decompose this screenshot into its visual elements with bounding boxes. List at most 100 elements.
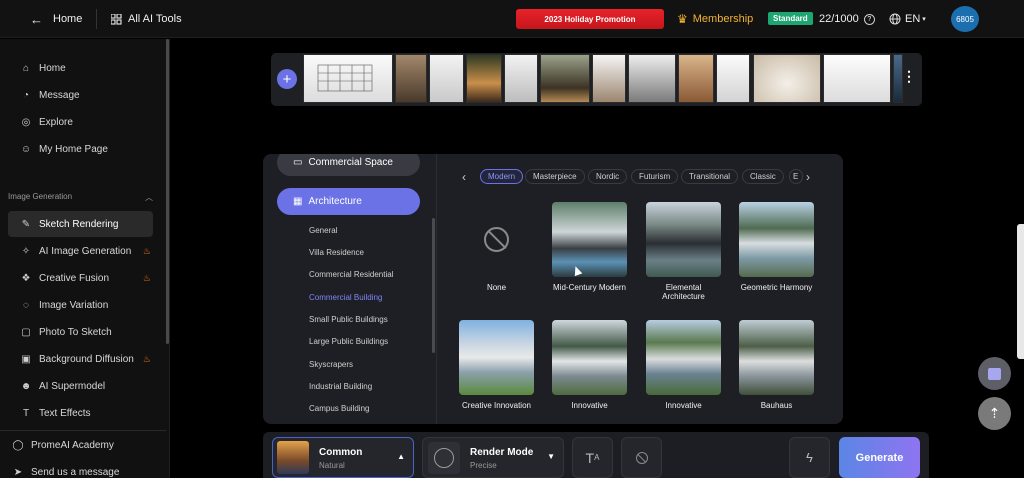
add-image-button[interactable]: +	[277, 69, 297, 89]
sidebar-item-home[interactable]: ⌂ Home	[8, 55, 153, 81]
thumbnail[interactable]	[823, 54, 891, 103]
chip-truncated[interactable]: E	[789, 169, 803, 184]
chip-masterpiece[interactable]: Masterpiece	[525, 169, 585, 184]
crown-icon: ♛	[677, 12, 688, 26]
thumbnail[interactable]	[716, 54, 750, 103]
caret-up-icon: ▲	[397, 452, 405, 461]
thumbnail[interactable]	[466, 54, 502, 103]
thumbnail[interactable]	[540, 54, 590, 103]
render-mode-selector[interactable]: Render Mode Precise ▼	[422, 437, 564, 478]
sidebar-item-ai-supermodel[interactable]: ☻ AI Supermodel	[8, 373, 153, 399]
style-image	[646, 320, 721, 395]
negative-prompt-icon[interactable]	[621, 437, 662, 478]
grid-icon	[111, 13, 122, 25]
style-label: Elemental Architecture	[662, 283, 705, 301]
subcategory-villa-residence[interactable]: Villa Residence	[309, 248, 364, 257]
sidebar-item-my-home-page[interactable]: ☺ My Home Page	[8, 136, 153, 162]
thumbnail[interactable]	[303, 54, 393, 103]
style-image	[552, 320, 627, 395]
subcategory-campus-building[interactable]: Campus Building	[309, 404, 369, 413]
generate-button[interactable]: Generate	[839, 437, 920, 478]
subcategory-small-public-buildings[interactable]: Small Public Buildings	[309, 315, 388, 324]
fire-icon: ♨	[142, 245, 151, 256]
globe-icon	[889, 13, 901, 25]
style-label: None	[486, 283, 507, 292]
all-tools-link[interactable]: All AI Tools	[111, 0, 182, 38]
thumbnail[interactable]	[429, 54, 464, 103]
sidebar-item-explore[interactable]: ◎ Explore	[8, 109, 153, 135]
style-image	[459, 320, 534, 395]
thumbnail[interactable]	[678, 54, 714, 103]
section-image-generation[interactable]: Image Generation ︿	[8, 192, 153, 203]
style-card-none[interactable]: None	[459, 202, 534, 292]
subcategory-skyscrapers[interactable]: Skyscrapers	[309, 360, 353, 369]
more-options-icon[interactable]: ⋮	[902, 68, 916, 85]
sidebar-item-label: My Home Page	[39, 143, 108, 155]
style-card-creative-innovation[interactable]: Creative Innovation	[459, 320, 534, 410]
subcategory-scrollbar[interactable]	[432, 218, 435, 353]
sidebar-item-academy[interactable]: ◯ PromeAI Academy	[0, 432, 145, 458]
thumbnail[interactable]	[592, 54, 626, 103]
chip-classic[interactable]: Classic	[742, 169, 784, 184]
style-card-bauhaus[interactable]: Bauhaus	[739, 320, 814, 410]
chevron-right-icon[interactable]: ›	[806, 170, 810, 184]
chip-futurism[interactable]: Futurism	[631, 169, 679, 184]
sidebar-item-photo-to-sketch[interactable]: ▢ Photo To Sketch	[8, 319, 153, 345]
sidebar-item-sketch-rendering[interactable]: ✎ Sketch Rendering	[8, 211, 153, 237]
sidebar-item-ai-image-generation[interactable]: ✧ AI Image Generation ♨	[8, 238, 153, 264]
sidebar-item-label: Home	[39, 62, 66, 74]
category-architecture[interactable]: ▦ Architecture	[277, 188, 420, 215]
sidebar-item-label: Image Variation	[39, 299, 109, 311]
chip-nordic[interactable]: Nordic	[588, 169, 628, 184]
lightning-icon[interactable]: ϟ	[789, 437, 830, 478]
sidebar-item-send-message[interactable]: ➤ Send us a message	[0, 459, 145, 478]
sidebar-item-label: Text Effects	[39, 407, 91, 419]
sidebar-item-label: Creative Fusion	[39, 272, 110, 284]
model-selector[interactable]: Common Natural ▲	[272, 437, 414, 478]
thumbnail[interactable]	[395, 54, 427, 103]
style-card-innovative[interactable]: Innovative	[552, 320, 627, 410]
gift-icon[interactable]	[978, 357, 1011, 390]
side-toolbar[interactable]	[1017, 224, 1024, 359]
background-icon: ▣	[21, 353, 31, 365]
image-icon: ✧	[21, 245, 31, 257]
style-card-innovative[interactable]: Innovative	[646, 320, 721, 410]
sidebar-item-label: Send us a message	[31, 466, 120, 478]
style-card-elemental-architecture[interactable]: Elemental Architecture	[646, 202, 721, 301]
home-link[interactable]: ← Home	[30, 0, 82, 38]
avatar[interactable]: 6805	[951, 6, 979, 32]
thumbnail[interactable]	[504, 54, 538, 103]
thumbnail[interactable]	[753, 54, 821, 103]
subcategory-commercial-residential[interactable]: Commercial Residential	[309, 270, 393, 279]
thumbnail[interactable]	[628, 54, 676, 103]
sidebar-item-message[interactable]: ◔ Message	[8, 82, 153, 108]
chip-modern[interactable]: Modern	[480, 169, 524, 184]
chevron-left-icon[interactable]: ‹	[462, 170, 466, 184]
sidebar-item-image-variation[interactable]: ◌ Image Variation	[8, 292, 153, 318]
subcategory-industrial-building[interactable]: Industrial Building	[309, 382, 372, 391]
membership-link[interactable]: ♛ Membership	[677, 0, 753, 38]
style-card-geometric-harmony[interactable]: Geometric Harmony	[739, 202, 814, 292]
style-card-mid-century-modern[interactable]: Mid-Century Modern	[552, 202, 627, 292]
text-icon: T	[22, 407, 30, 419]
text-prompt-icon[interactable]: TA	[572, 437, 613, 478]
style-label: Geometric Harmony	[740, 283, 813, 292]
help-icon[interactable]: ?	[863, 13, 875, 25]
subcategory-general[interactable]: General	[309, 226, 337, 235]
style-label: Creative Innovation	[462, 401, 531, 410]
caret-down-icon: ▼	[547, 452, 555, 461]
subcategory-large-public-buildings[interactable]: Large Public Buildings	[309, 337, 388, 346]
sidebar-scrollbar[interactable]	[166, 39, 169, 344]
sidebar-item-creative-fusion[interactable]: ❖ Creative Fusion ♨	[8, 265, 153, 291]
back-to-top-icon[interactable]: ⇡	[978, 397, 1011, 430]
style-image	[552, 202, 627, 277]
category-commercial-space[interactable]: ▭ Commercial Space	[277, 154, 420, 176]
sketch-icon: ✎	[21, 218, 31, 230]
sidebar-item-background-diffusion[interactable]: ▣ Background Diffusion ♨	[8, 346, 153, 372]
holiday-promotion-button[interactable]: 2023 Holiday Promotion	[516, 9, 664, 29]
sidebar-item-text-effects[interactable]: T Text Effects	[8, 400, 153, 426]
chip-transitional[interactable]: Transitional	[681, 169, 739, 184]
subcategory-commercial-building[interactable]: Commercial Building	[309, 293, 382, 302]
sidebar-item-label: AI Image Generation	[39, 245, 132, 257]
language-selector[interactable]: EN ▾	[889, 0, 926, 38]
